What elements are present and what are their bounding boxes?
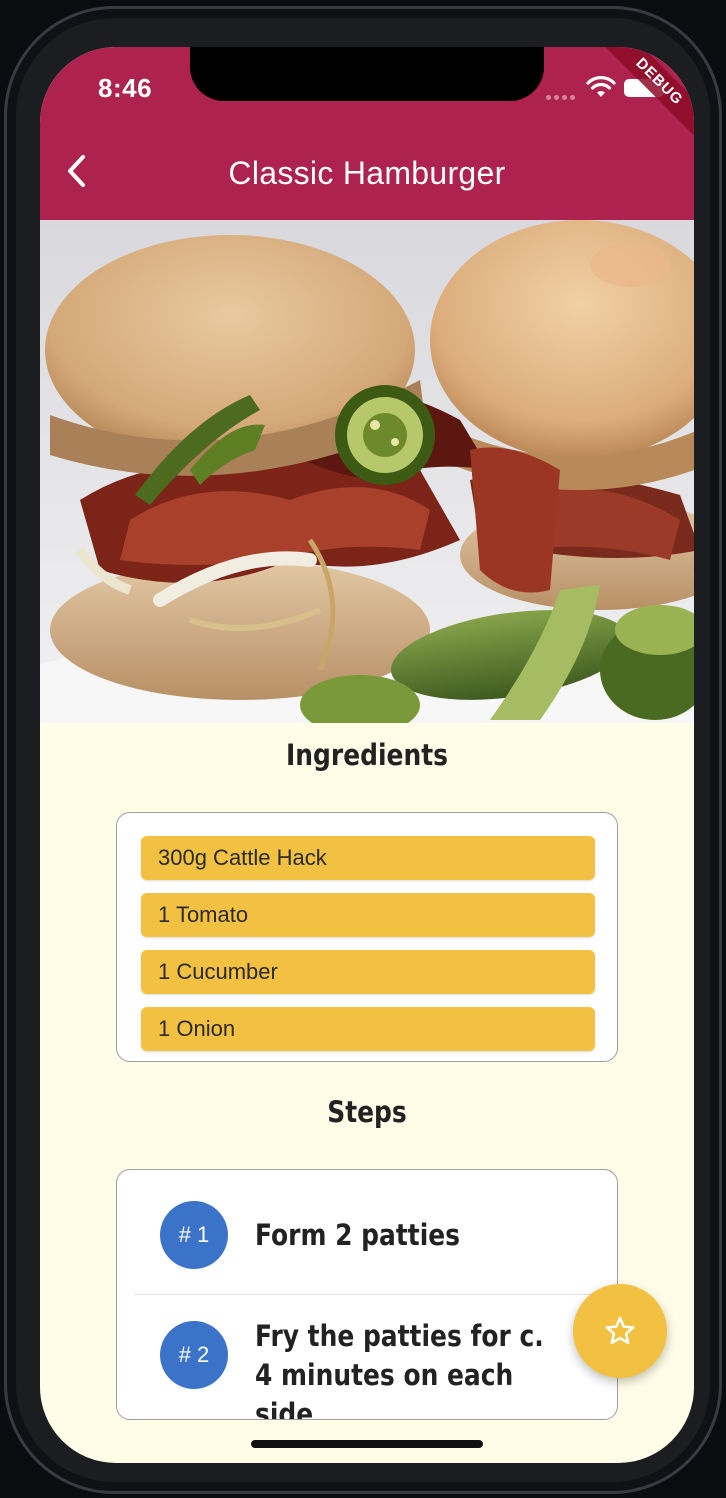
step-item[interactable]: # 1 Form 2 patties (117, 1170, 617, 1294)
ingredient-item: 1 Cucumber (141, 950, 595, 994)
phone-frame: 8:46 DEBUG Classic Hamburger Ingredients… (4, 6, 722, 1494)
steps-title: Steps (327, 1095, 407, 1129)
step-number-badge: # 2 (160, 1321, 228, 1389)
step-text: Form 2 patties (255, 1218, 461, 1252)
app-screen: 8:46 DEBUG Classic Hamburger Ingredients… (40, 47, 694, 1463)
ingredient-item: 300g Cattle Hack (141, 836, 595, 880)
page-title: Classic Hamburger (228, 155, 506, 191)
status-time: 8:46 (98, 73, 153, 103)
ingredient-item: 1 Onion (141, 1007, 595, 1051)
steps-list[interactable]: # 1 Form 2 patties # 2 Fry the patties f… (116, 1169, 618, 1420)
step-number-badge: # 1 (160, 1201, 228, 1269)
signal-icon (546, 87, 580, 100)
favorite-button[interactable] (573, 1284, 667, 1378)
ingredient-item: 1 Tomato (141, 893, 595, 937)
burger-illustration (40, 220, 694, 723)
wifi-icon (586, 76, 616, 97)
notch (190, 47, 544, 101)
recipe-image (40, 220, 694, 723)
step-text: Fry the patties for c. 4 minutes on each… (255, 1319, 544, 1420)
step-item[interactable]: # 2 Fry the patties for c. 4 minutes on … (117, 1295, 617, 1420)
home-indicator[interactable] (251, 1440, 483, 1448)
ingredients-title: Ingredients (286, 738, 448, 772)
ingredients-list[interactable]: 300g Cattle Hack 1 Tomato 1 Cucumber 1 O… (116, 812, 618, 1062)
app-bar: 8:46 DEBUG Classic Hamburger (40, 47, 694, 220)
star-outline-icon (605, 1316, 635, 1345)
